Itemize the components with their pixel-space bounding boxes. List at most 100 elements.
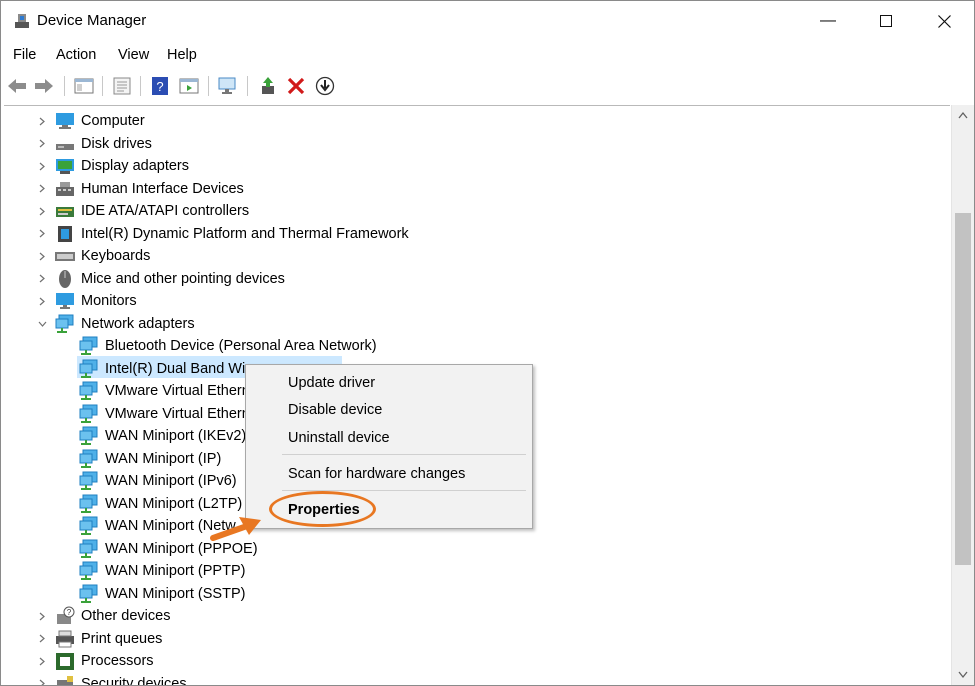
tree-item-label: WAN Miniport (L2TP) xyxy=(105,495,243,512)
tree-device-wan-miniport-pppoe[interactable]: WAN Miniport (PPPOE) xyxy=(4,538,944,560)
maximize-icon xyxy=(880,15,892,27)
tree-device-bluetooth-device-personal-area-network[interactable]: Bluetooth Device (Personal Area Network) xyxy=(4,335,944,357)
tree-category-ide-ata-atapi-controllers[interactable]: IDE ATA/ATAPI controllers xyxy=(4,200,944,222)
chevron-right-icon[interactable] xyxy=(37,245,47,267)
title-bar[interactable]: Device Manager — xyxy=(1,1,974,41)
close-button[interactable] xyxy=(915,1,973,41)
tree-item-label: Mice and other pointing devices xyxy=(81,270,285,287)
hid-icon xyxy=(54,179,76,199)
chevron-right-icon[interactable] xyxy=(37,133,47,155)
tree-category-display-adapters[interactable]: Display adapters xyxy=(4,155,944,177)
update-driver-button[interactable] xyxy=(257,75,279,97)
tree-category-security-devices[interactable]: Security devices xyxy=(4,673,944,685)
chevron-right-icon[interactable] xyxy=(37,110,47,132)
chevron-right-icon[interactable] xyxy=(37,290,47,312)
download-circle-icon xyxy=(315,76,335,96)
context-uninstall-device[interactable]: Uninstall device xyxy=(288,430,390,446)
chevron-right-icon[interactable] xyxy=(37,178,47,200)
mouse-icon xyxy=(54,269,76,289)
chevron-right-icon[interactable] xyxy=(37,155,47,177)
scroll-up-icon[interactable] xyxy=(958,111,968,119)
scrollbar-thumb[interactable] xyxy=(955,213,971,565)
device-manager-app-icon xyxy=(15,14,29,28)
menu-action[interactable]: Action xyxy=(56,47,96,63)
context-scan-hardware[interactable]: Scan for hardware changes xyxy=(288,466,465,482)
tree-item-label: Network adapters xyxy=(81,315,195,332)
other-devices-icon: ? xyxy=(54,606,76,626)
network-adapter-icon xyxy=(78,336,100,356)
minimize-button[interactable]: — xyxy=(799,1,857,41)
ide-controller-icon xyxy=(54,201,76,221)
chevron-right-icon[interactable] xyxy=(37,605,47,627)
tree-item-label: VMware Virtual Ethern xyxy=(105,405,250,422)
network-adapter-icon xyxy=(78,381,100,401)
scroll-down-icon[interactable] xyxy=(958,671,968,679)
uninstall-device-button[interactable] xyxy=(285,75,307,97)
scan-hardware-button[interactable] xyxy=(217,75,239,97)
tree-category-disk-drives[interactable]: Disk drives xyxy=(4,133,944,155)
toolbar: ? xyxy=(1,71,974,101)
network-adapter-icon xyxy=(78,494,100,514)
tree-item-label: Intel(R) Dynamic Platform and Thermal Fr… xyxy=(81,225,409,242)
tree-item-label: WAN Miniport (PPTP) xyxy=(105,563,246,579)
tree-device-wan-miniport-pptp[interactable]: WAN Miniport (PPTP) xyxy=(4,560,944,582)
show-hide-console-tree-button[interactable] xyxy=(73,75,95,97)
annotation-ellipse xyxy=(269,491,376,527)
network-adapter-icon xyxy=(78,426,100,446)
keyboard-icon xyxy=(54,246,76,266)
annotation-arrow-icon xyxy=(210,517,261,541)
chevron-right-icon[interactable] xyxy=(37,268,47,290)
chevron-right-icon[interactable] xyxy=(37,628,47,650)
red-x-icon xyxy=(287,77,305,95)
tree-category-keyboards[interactable]: Keyboards xyxy=(4,245,944,267)
context-update-driver[interactable]: Update driver xyxy=(288,375,375,391)
help-button[interactable]: ? xyxy=(149,75,171,97)
tree-item-label: WAN Miniport (IKEv2) xyxy=(105,428,247,444)
context-disable-device[interactable]: Disable device xyxy=(288,402,382,418)
disable-device-button[interactable] xyxy=(314,75,336,97)
forward-button[interactable] xyxy=(33,75,55,97)
chevron-down-icon[interactable] xyxy=(37,313,47,335)
network-adapter-icon xyxy=(78,539,100,559)
window-title: Device Manager xyxy=(37,12,147,29)
tree-item-label: Monitors xyxy=(81,293,137,309)
back-button[interactable] xyxy=(6,75,28,97)
tree-category-other-devices[interactable]: ? Other devices xyxy=(4,605,944,627)
menu-file[interactable]: File xyxy=(13,47,36,63)
tree-item-label: Processors xyxy=(81,653,154,669)
tree-category-network-adapters[interactable]: Network adapters xyxy=(4,313,944,335)
minimize-icon: — xyxy=(820,12,836,29)
network-adapter-icon xyxy=(78,471,100,491)
tree-item-label: Bluetooth Device (Personal Area Network) xyxy=(105,338,377,354)
tree-item-label: WAN Miniport (IPv6) xyxy=(105,473,237,489)
monitor-icon xyxy=(54,291,76,311)
console-tree-icon xyxy=(74,78,94,94)
vertical-scrollbar[interactable] xyxy=(951,105,974,685)
tree-category-intel-r-dynamic-platform-and-thermal-framework[interactable]: Intel(R) Dynamic Platform and Thermal Fr… xyxy=(4,223,944,245)
tree-category-monitors[interactable]: Monitors xyxy=(4,290,944,312)
menu-view[interactable]: View xyxy=(118,47,149,63)
tree-category-print-queues[interactable]: Print queues xyxy=(4,628,944,650)
tree-item-label: Display adapters xyxy=(81,158,189,174)
tree-category-computer[interactable]: Computer xyxy=(4,110,944,132)
tree-item-label: Print queues xyxy=(81,630,163,647)
properties-toolbar-button[interactable] xyxy=(111,75,133,97)
network-adapter-icon xyxy=(78,561,100,581)
tree-item-label: Disk drives xyxy=(81,135,152,152)
chevron-right-icon[interactable] xyxy=(37,673,47,685)
printer-icon xyxy=(54,629,76,649)
chevron-right-icon[interactable] xyxy=(37,650,47,672)
action-pane-button[interactable] xyxy=(178,75,200,97)
tree-category-human-interface-devices[interactable]: Human Interface Devices xyxy=(4,178,944,200)
maximize-button[interactable] xyxy=(857,1,915,41)
disk-drive-icon xyxy=(54,134,76,154)
back-arrow-icon xyxy=(8,79,26,93)
chevron-right-icon[interactable] xyxy=(37,223,47,245)
monitor-scan-icon xyxy=(218,77,236,94)
menu-help[interactable]: Help xyxy=(167,47,197,63)
network-adapter-icon xyxy=(78,404,100,424)
chevron-right-icon[interactable] xyxy=(37,200,47,222)
tree-category-processors[interactable]: Processors xyxy=(4,650,944,672)
tree-device-wan-miniport-sstp[interactable]: WAN Miniport (SSTP) xyxy=(4,583,944,605)
tree-category-mice-and-other-pointing-devices[interactable]: Mice and other pointing devices xyxy=(4,268,944,290)
